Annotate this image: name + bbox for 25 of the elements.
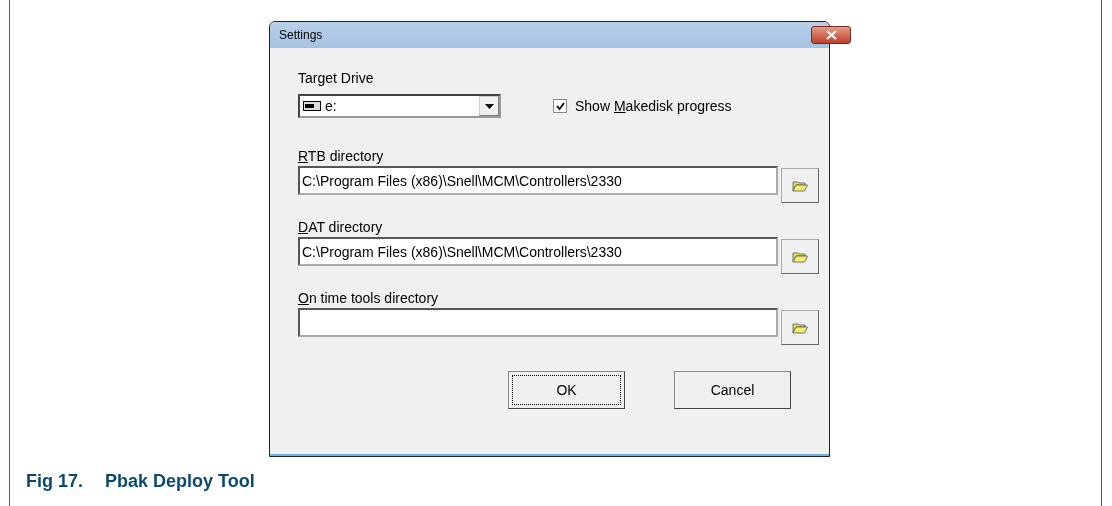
target-drive-label: Target Drive [298, 70, 374, 86]
folder-icon [792, 250, 808, 263]
window-title: Settings [279, 28, 323, 42]
drive-icon [303, 101, 321, 111]
directory-field[interactable]: C:\Program Files (x86)\Snell\MCM\Controllers\2330 [298, 166, 778, 195]
dialog-button[interactable]: OK [508, 371, 625, 409]
directory-field[interactable] [298, 308, 778, 337]
check-icon [555, 101, 565, 111]
dropdown-arrow-button[interactable] [479, 96, 499, 116]
browse-button[interactable] [781, 168, 819, 203]
dialog-button[interactable]: Cancel [674, 371, 791, 409]
close-icon [825, 30, 837, 40]
directory-label: DAT directory [298, 219, 383, 235]
show-progress-checkbox[interactable]: Show Makedisk progress [553, 98, 732, 114]
caret-icon [484, 103, 494, 109]
directory-label: On time tools directory [298, 290, 439, 306]
directory-field[interactable]: C:\Program Files (x86)\Snell\MCM\Controllers\2330 [298, 237, 778, 266]
browse-button[interactable] [781, 239, 819, 274]
figure-caption: Fig 17. Pbak Deploy Tool [26, 471, 256, 492]
close-button[interactable] [811, 26, 851, 44]
directory-label: RTB directory [298, 148, 384, 164]
folder-icon [792, 179, 808, 192]
browse-button[interactable] [781, 310, 819, 345]
drive-dropdown[interactable]: e: [298, 94, 501, 118]
folder-icon [792, 321, 808, 334]
